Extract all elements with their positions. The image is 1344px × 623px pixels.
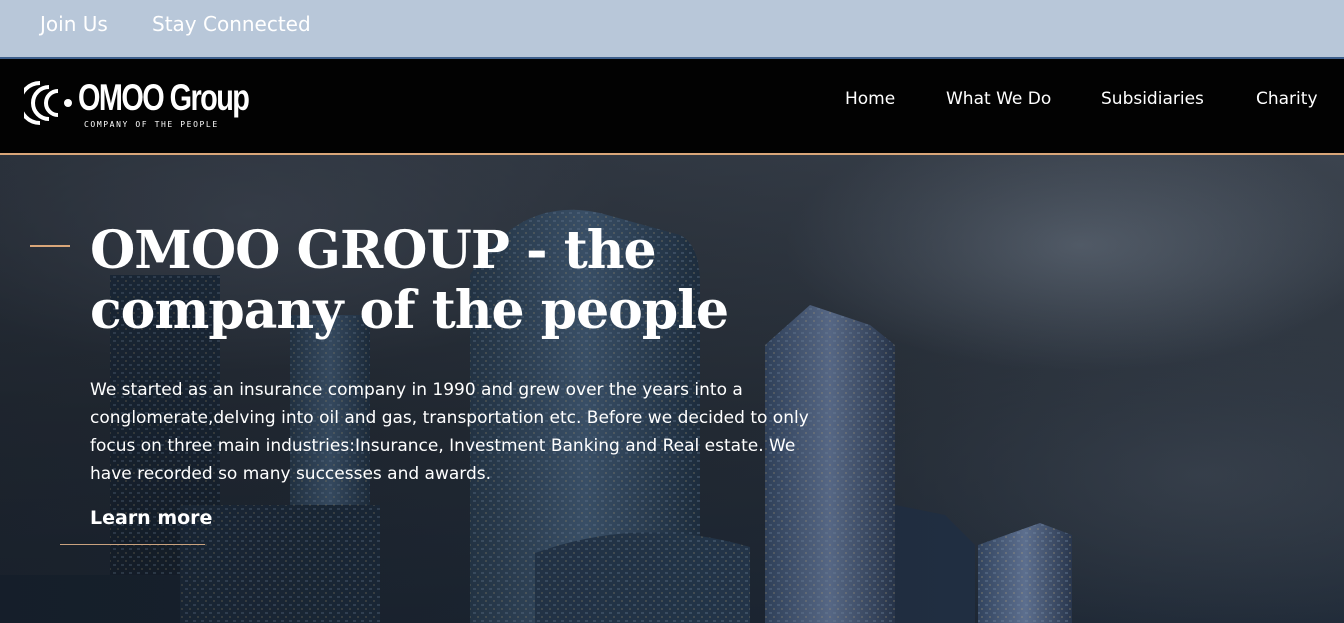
nav-home-link[interactable]: Home	[845, 89, 895, 109]
nav-what-we-do-link[interactable]: What We Do	[946, 89, 1051, 109]
hero-section: OMOO GROUP - the company of the people W…	[0, 155, 1344, 623]
logo-wordmark: OMOO Group	[78, 77, 250, 118]
hero-description: We started as an insurance company in 19…	[90, 380, 809, 484]
top-bar: Join Us Stay Connected	[0, 0, 1344, 59]
learn-more-link[interactable]: Learn more	[90, 507, 212, 529]
headline-accent-line	[30, 245, 70, 247]
logo-mark-icon	[24, 81, 72, 125]
nav-subsidiaries-link[interactable]: Subsidiaries	[1101, 89, 1204, 109]
main-navbar: OMOO Group COMPANY OF THE PEOPLE Home Wh…	[0, 59, 1344, 155]
logo-tagline: COMPANY OF THE PEOPLE	[84, 120, 219, 129]
stay-connected-link[interactable]: Stay Connected	[152, 12, 311, 36]
join-us-link[interactable]: Join Us	[40, 12, 108, 36]
learn-more-underline	[60, 544, 205, 545]
company-logo[interactable]: OMOO Group COMPANY OF THE PEOPLE	[24, 77, 250, 133]
nav-charity-link[interactable]: Charity	[1256, 89, 1318, 109]
hero-headline: OMOO GROUP - the company of the people	[90, 220, 729, 341]
